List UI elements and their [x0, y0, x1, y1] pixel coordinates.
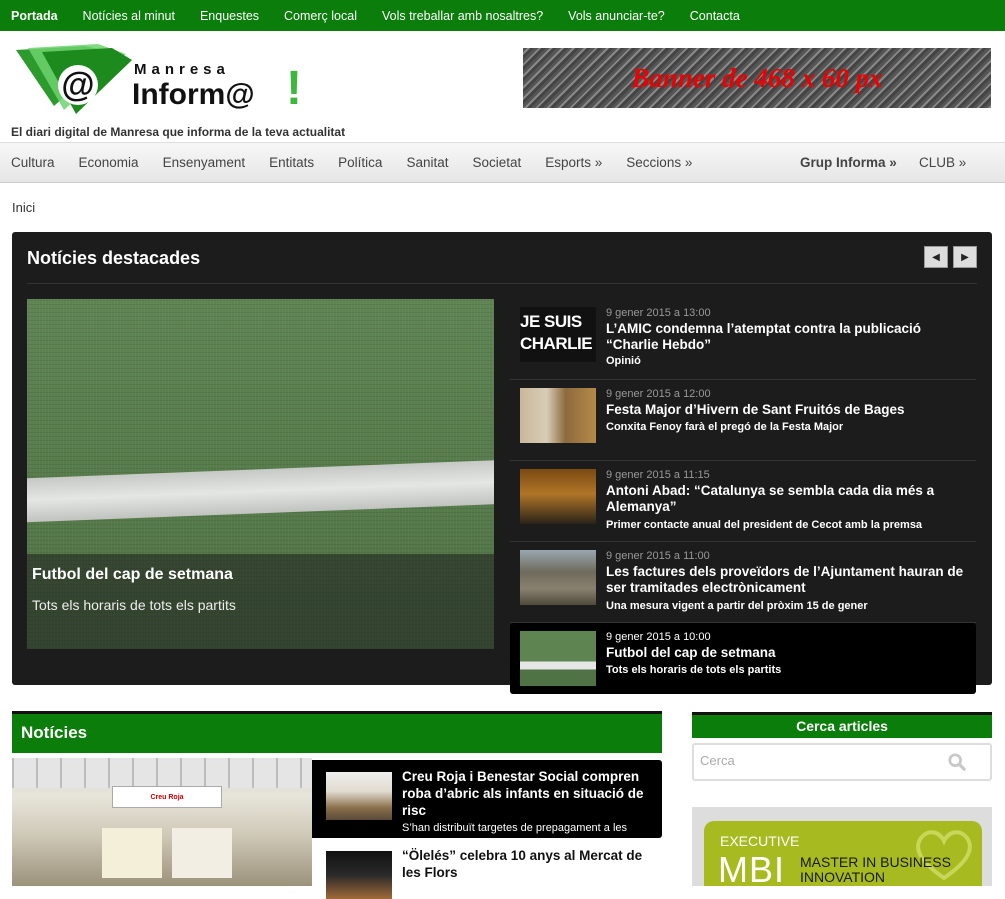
topnav-enquestes[interactable]: Enquestes — [200, 9, 259, 23]
ad-banner[interactable]: Banner de 468 x 60 px — [523, 48, 991, 108]
noticies-heading: Notícies — [21, 723, 88, 742]
search-icon[interactable] — [948, 753, 966, 771]
featured-title[interactable]: L’AMIC condemna l’atemptat contra la pub… — [606, 321, 966, 353]
logo-at: @ — [61, 66, 94, 104]
next-arrow-button[interactable]: ▶ — [953, 246, 977, 268]
logo-manresa: Manresa — [134, 61, 230, 78]
cat-economia[interactable]: Economia — [79, 155, 139, 170]
featured-item[interactable]: 9 gener 2015 a 11:00 Les factures dels p… — [510, 542, 976, 623]
top-nav: Portada Notícies al minut Enquestes Come… — [0, 0, 1005, 31]
cat-sanitat[interactable]: Sanitat — [406, 155, 448, 170]
featured-sub: Opinió — [606, 355, 641, 367]
logo-exclamation: ! — [286, 62, 302, 114]
cat-club[interactable]: CLUB » — [919, 155, 966, 170]
cat-cultura[interactable]: Cultura — [11, 155, 55, 170]
featured-thumb: JE SUIS CHARLIE — [520, 307, 596, 362]
featured-news: Notícies destacades ◀ ▶ Futbol del cap d… — [12, 232, 992, 694]
cat-ensenyament[interactable]: Ensenyament — [163, 155, 246, 170]
topnav-portada[interactable]: Portada — [11, 9, 58, 23]
featured-thumb — [520, 469, 596, 524]
breadcrumb[interactable]: Inici — [12, 200, 35, 215]
search-widget-header: Cerca articles — [692, 712, 992, 738]
news-main-image[interactable]: Creu Roja — [12, 758, 312, 886]
topnav-noticies-al-minut[interactable]: Notícies al minut — [83, 9, 175, 23]
mbi-logo-text: MBI — [718, 849, 786, 886]
site-logo[interactable]: @ Manresa Inform@ ! — [14, 44, 314, 115]
cat-seccions[interactable]: Seccions » — [626, 155, 692, 170]
topnav-anunciar[interactable]: Vols anunciar-te? — [568, 9, 665, 23]
featured-main-image[interactable]: Futbol del cap de setmana Tots els horar… — [27, 299, 494, 649]
search-input[interactable] — [700, 753, 930, 768]
news-item[interactable]: “Ölelés” celebra 10 anys al Mercat de le… — [312, 843, 662, 899]
cat-entitats[interactable]: Entitats — [269, 155, 314, 170]
featured-thumb — [520, 388, 596, 443]
arrow-right-icon: ▶ — [961, 251, 969, 263]
noticies-header: Notícies — [12, 711, 662, 753]
featured-sub: Primer contacte anual del president de C… — [606, 519, 923, 531]
field-line — [27, 459, 494, 523]
search-box — [692, 743, 992, 781]
news-item-active[interactable]: Creu Roja i Benestar Social compren roba… — [312, 760, 662, 838]
site-tagline: El diari digital de Manresa que informa … — [11, 125, 346, 139]
prev-arrow-button[interactable]: ◀ — [924, 246, 948, 268]
featured-title[interactable]: Antoni Abad: “Catalunya se sembla cada d… — [606, 483, 966, 515]
featured-thumb — [520, 550, 596, 605]
featured-main-caption: Futbol del cap de setmana Tots els horar… — [27, 554, 494, 649]
creu-roja-sign: Creu Roja — [112, 786, 222, 808]
logo-informa: Inform@ — [132, 78, 255, 111]
featured-date: 9 gener 2015 a 10:00 — [606, 631, 711, 643]
mbi-master-line1: MASTER IN BUSINESS — [800, 854, 951, 870]
topnav-comerc-local[interactable]: Comerç local — [284, 9, 357, 23]
featured-date: 9 gener 2015 a 12:00 — [606, 388, 711, 400]
featured-list: JE SUIS CHARLIE 9 gener 2015 a 13:00 L’A… — [510, 299, 976, 694]
mbi-ad[interactable]: EXECUTIVE MBI MASTER IN BUSINESS INNOVAT… — [692, 807, 992, 886]
cat-esports[interactable]: Esports » — [545, 155, 602, 170]
featured-main-title[interactable]: Futbol del cap de setmana — [32, 566, 233, 584]
cat-grup-informa[interactable]: Grup Informa » — [800, 155, 897, 170]
featured-sub: Tots els horaris de tots els partits — [606, 664, 782, 676]
featured-item[interactable]: 9 gener 2015 a 12:00 Festa Major d’Hiver… — [510, 380, 976, 461]
thumb-text: JE SUIS CHARLIE — [520, 312, 593, 353]
news-title[interactable]: Creu Roja i Benestar Social compren roba… — [402, 768, 657, 819]
news-sub: S’han distribuït targetes de prepagament… — [402, 822, 628, 834]
news-thumb — [326, 772, 392, 820]
cat-societat[interactable]: Societat — [472, 155, 521, 170]
featured-main-subtitle: Tots els horaris de tots els partits — [32, 597, 236, 613]
featured-heading: Notícies destacades — [27, 248, 201, 268]
topnav-treballar[interactable]: Vols treballar amb nosaltres? — [382, 9, 543, 23]
divider — [27, 283, 977, 284]
featured-title[interactable]: Les factures dels proveïdors de l’Ajunta… — [606, 564, 966, 596]
topnav-contacta[interactable]: Contacta — [690, 9, 740, 23]
featured-item-active[interactable]: 9 gener 2015 a 10:00 Futbol del cap de s… — [510, 623, 976, 694]
search-widget-heading: Cerca articles — [796, 718, 888, 734]
featured-date: 9 gener 2015 a 13:00 — [606, 307, 711, 319]
category-nav: Cultura Economia Ensenyament Entitats Po… — [0, 142, 1005, 183]
news-thumb — [326, 851, 392, 899]
news-title[interactable]: “Ölelés” celebra 10 anys al Mercat de le… — [402, 847, 657, 881]
logo-graphic: @ Manresa Inform@ ! — [16, 44, 302, 115]
ceiling-beams — [12, 758, 312, 788]
mbi-master-line2: INNOVATION — [800, 869, 886, 885]
banner-text: Banner de 468 x 60 px — [631, 62, 883, 93]
featured-title[interactable]: Futbol del cap de setmana — [606, 645, 966, 661]
featured-sub: Una mesura vigent a partir del pròxim 15… — [606, 600, 868, 612]
poster — [102, 828, 162, 878]
featured-item[interactable]: JE SUIS CHARLIE 9 gener 2015 a 13:00 L’A… — [510, 299, 976, 380]
featured-title[interactable]: Festa Major d’Hivern de Sant Fruitós de … — [606, 402, 966, 418]
featured-sub: Conxita Fenoy farà el pregó de la Festa … — [606, 421, 844, 433]
featured-date: 9 gener 2015 a 11:00 — [606, 550, 710, 562]
mbi-ad-panel: EXECUTIVE MBI MASTER IN BUSINESS INNOVAT… — [704, 821, 982, 886]
featured-item[interactable]: 9 gener 2015 a 11:15 Antoni Abad: “Catal… — [510, 461, 976, 542]
mbi-master-text: MASTER IN BUSINESS INNOVATION — [800, 855, 951, 885]
cat-politica[interactable]: Política — [338, 155, 382, 170]
arrow-left-icon: ◀ — [932, 251, 940, 263]
poster — [172, 828, 232, 878]
featured-date: 9 gener 2015 a 11:15 — [606, 469, 710, 481]
featured-thumb — [520, 631, 596, 686]
mbi-executive: EXECUTIVE — [720, 833, 800, 849]
